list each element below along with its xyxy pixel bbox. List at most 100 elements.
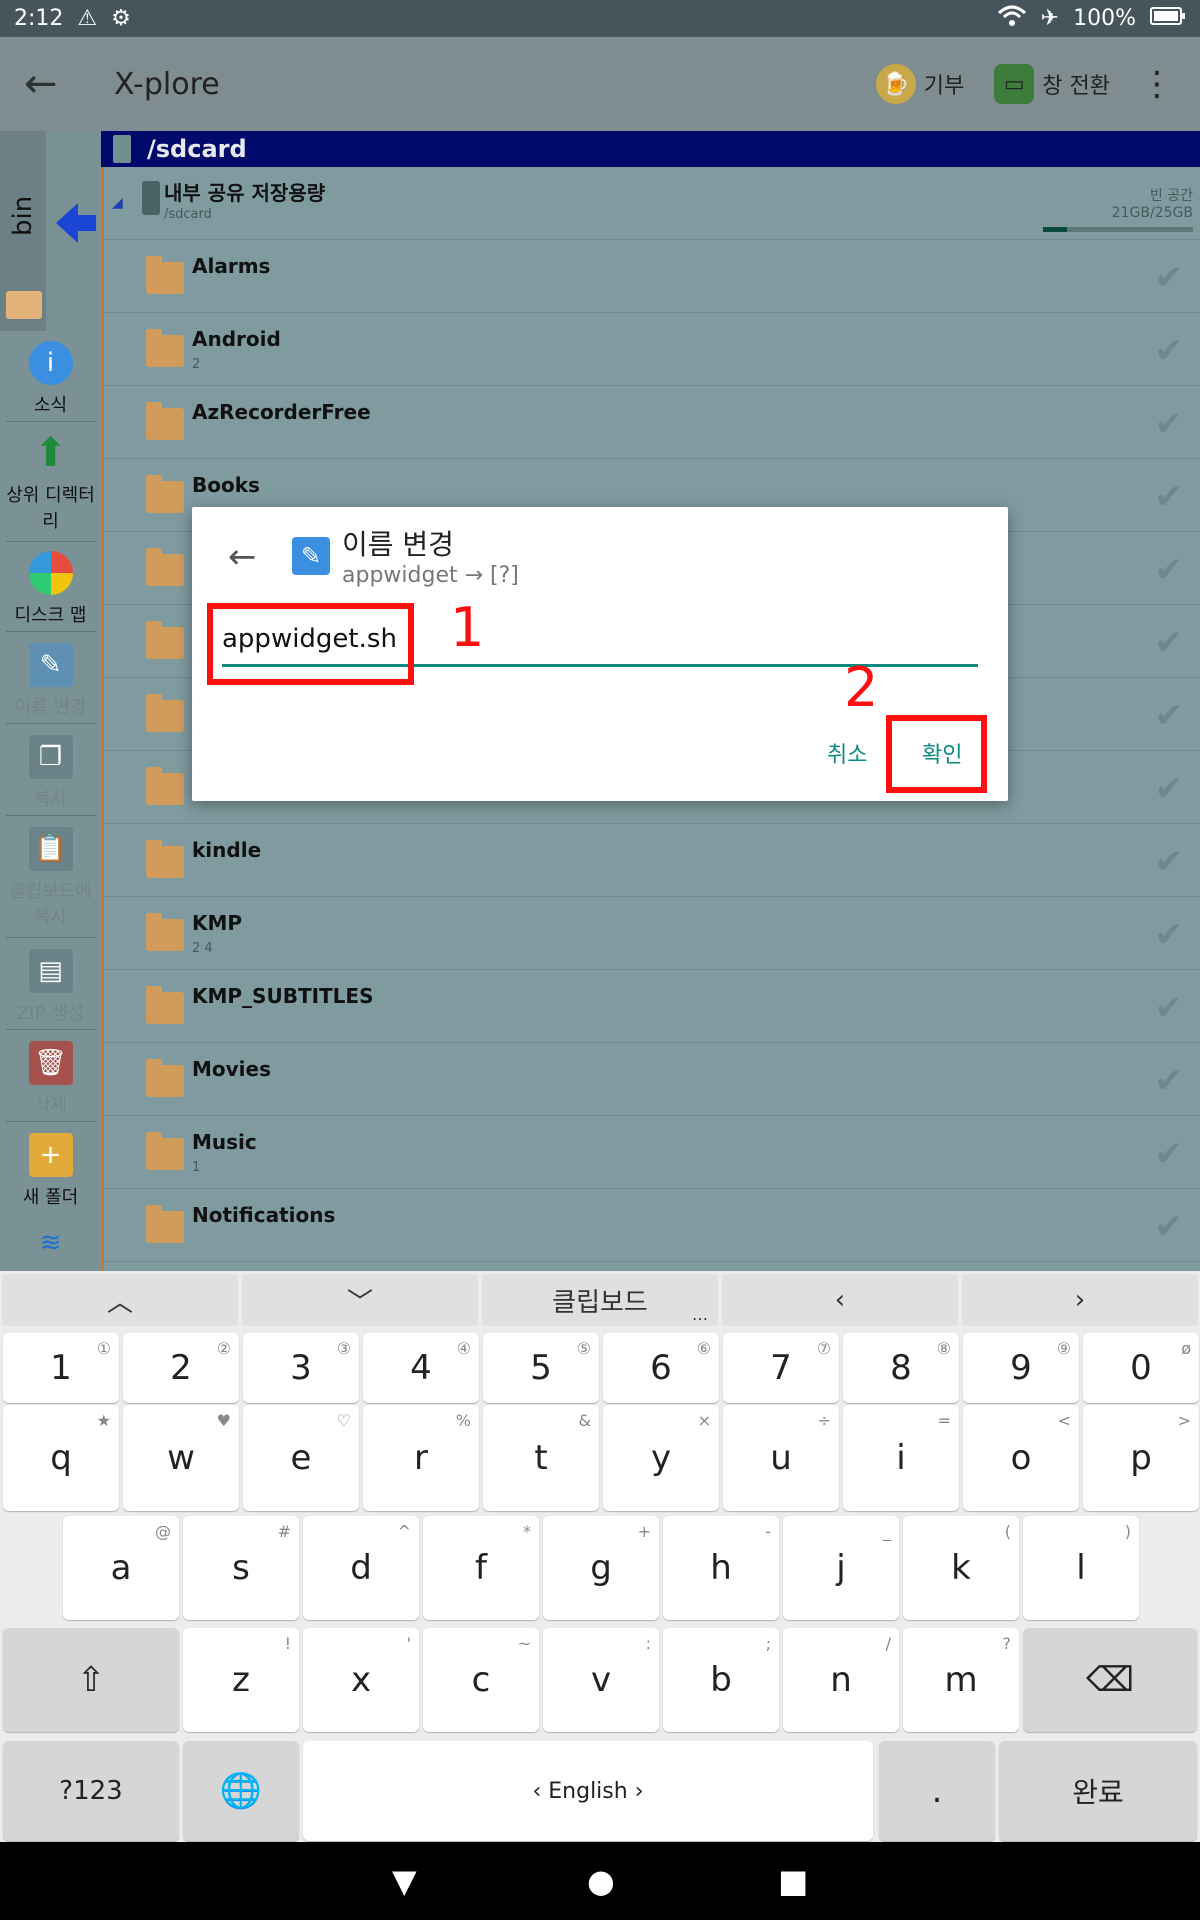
checkmark-icon[interactable]: ✔ — [1155, 1061, 1184, 1101]
chevron-up-icon[interactable]: ︿ — [2, 1274, 238, 1326]
key-letter[interactable]: p > — [1083, 1405, 1199, 1511]
sidebar-item-create-zip[interactable]: ▤ ZIP 생성 — [0, 949, 101, 1025]
cursor-left-icon[interactable]: ‹ — [722, 1274, 958, 1326]
bin-pane-tab[interactable]: bin — [0, 131, 46, 331]
key-letter[interactable]: y × — [603, 1405, 719, 1511]
file-row[interactable]: KMP_SUBTITLES ✔ — [104, 970, 1200, 1043]
back-arrow-icon[interactable]: ← — [228, 537, 257, 577]
key-letter[interactable]: c ~ — [423, 1628, 539, 1732]
file-row[interactable]: KMP 2 4 ✔ — [104, 897, 1200, 970]
checkmark-icon[interactable]: ✔ — [1155, 769, 1184, 809]
file-row[interactable]: Alarms ✔ — [104, 240, 1200, 313]
checkmark-icon[interactable]: ✔ — [1155, 623, 1184, 663]
key-letter[interactable]: k( — [903, 1516, 1019, 1620]
key-number[interactable]: 6⑥ — [603, 1333, 719, 1403]
switch-window-button[interactable]: ▭ 창 전환 — [994, 64, 1110, 104]
storage-name: 내부 공유 저장용량 — [164, 181, 326, 205]
checkmark-icon[interactable]: ✔ — [1155, 550, 1184, 590]
backspace-key[interactable]: ⌫ — [1023, 1628, 1197, 1732]
key-alt-label: # — [277, 1522, 291, 1541]
sidebar-item-news[interactable]: i 소식 — [0, 341, 101, 417]
sidebar-item-rename[interactable]: ✎ 이름 변경 — [0, 643, 101, 719]
key-label: t — [534, 1438, 548, 1478]
path-bar[interactable]: /sdcard — [101, 131, 1200, 167]
file-row[interactable]: Android 2 ✔ — [104, 313, 1200, 386]
key-letter[interactable]: t & — [483, 1405, 599, 1511]
more-options-icon[interactable]: ⋮ — [1140, 64, 1174, 104]
home-circle-icon[interactable]: ● — [587, 1862, 615, 1900]
key-number[interactable]: 2② — [123, 1333, 239, 1403]
key-letter[interactable]: z! — [183, 1628, 299, 1732]
collapse-arrow-icon[interactable]: ◢ — [112, 195, 123, 211]
file-row[interactable]: kindle ✔ — [104, 824, 1200, 897]
key-number[interactable]: 0ø — [1083, 1333, 1199, 1403]
key-letter[interactable]: m? — [903, 1628, 1019, 1732]
key-letter[interactable]: e ♡ — [243, 1405, 359, 1511]
key-letter[interactable]: f * — [423, 1516, 539, 1620]
space-key[interactable]: ‹ English › — [303, 1741, 873, 1841]
key-letter[interactable]: x ' — [303, 1628, 419, 1732]
checkmark-icon[interactable]: ✔ — [1155, 988, 1184, 1028]
checkmark-icon[interactable]: ✔ — [1155, 331, 1184, 371]
sidebar-item-parent-dir[interactable]: ⬆ 상위 디렉터리 — [0, 430, 101, 533]
sidebar-item-copy[interactable]: ❐ 복사 — [0, 735, 101, 811]
key-number[interactable]: 9⑨ — [963, 1333, 1079, 1403]
back-triangle-icon[interactable]: ▼ — [392, 1862, 417, 1900]
key-letter[interactable]: i = — [843, 1405, 959, 1511]
sidebar-item-delete[interactable]: 🗑 삭제 — [0, 1041, 101, 1117]
key-number[interactable]: 8⑧ — [843, 1333, 959, 1403]
back-arrow-icon[interactable]: ← — [24, 61, 84, 107]
left-arrow-icon[interactable] — [56, 201, 96, 243]
key-letter[interactable]: j _ — [783, 1516, 899, 1620]
file-row[interactable]: Music 1 ✔ — [104, 1116, 1200, 1189]
symbols-key[interactable]: ?123 — [3, 1741, 179, 1841]
recents-square-icon[interactable]: ■ — [778, 1862, 808, 1900]
key-letter[interactable]: b; — [663, 1628, 779, 1732]
key-number[interactable]: 5⑤ — [483, 1333, 599, 1403]
sidebar-item-wifi[interactable]: ≋ — [0, 1221, 101, 1271]
key-number[interactable]: 3③ — [243, 1333, 359, 1403]
settings-icon: ⚙ — [111, 6, 131, 31]
file-row[interactable]: AzRecorderFree ✔ — [104, 386, 1200, 459]
key-letter[interactable]: h- — [663, 1516, 779, 1620]
period-key[interactable]: . — [879, 1741, 995, 1841]
checkmark-icon[interactable]: ✔ — [1155, 404, 1184, 444]
checkmark-icon[interactable]: ✔ — [1155, 477, 1184, 517]
key-letter[interactable]: q ★ — [3, 1405, 119, 1511]
checkmark-icon[interactable]: ✔ — [1155, 1134, 1184, 1174]
shift-key[interactable]: ⇧ — [3, 1628, 179, 1732]
checkmark-icon[interactable]: ✔ — [1155, 842, 1184, 882]
chevron-down-icon[interactable]: ﹀ — [242, 1274, 478, 1326]
donate-button[interactable]: 🍺 기부 — [875, 64, 964, 104]
checkmark-icon[interactable]: ✔ — [1155, 915, 1184, 955]
key-letter[interactable]: s # — [183, 1516, 299, 1620]
key-letter[interactable]: u ÷ — [723, 1405, 839, 1511]
key-number[interactable]: 7⑦ — [723, 1333, 839, 1403]
file-row[interactable]: Notifications ✔ — [104, 1189, 1200, 1262]
checkmark-icon[interactable]: ✔ — [1155, 696, 1184, 736]
file-row[interactable]: Movies ✔ — [104, 1043, 1200, 1116]
language-key[interactable]: 🌐 — [183, 1741, 299, 1841]
key-letter[interactable]: o < — [963, 1405, 1079, 1511]
key-letter[interactable]: w ♥ — [123, 1405, 239, 1511]
sidebar-item-new-folder[interactable]: + 새 폴더 — [0, 1133, 101, 1209]
sidebar-item-disk-map[interactable]: 디스크 맵 — [0, 551, 101, 627]
key-letter[interactable]: v: — [543, 1628, 659, 1732]
key-letter[interactable]: n / — [783, 1628, 899, 1732]
key-number[interactable]: 1① — [3, 1333, 119, 1403]
key-letter[interactable]: l) — [1023, 1516, 1139, 1620]
clipboard-key[interactable]: 클립보드 … — [482, 1274, 718, 1326]
sidebar-item-copy-to-clipboard[interactable]: 📋 클립보드에 복사 — [0, 827, 101, 929]
checkmark-icon[interactable]: ✔ — [1155, 1207, 1184, 1247]
key-letter[interactable]: r% — [363, 1405, 479, 1511]
storage-row[interactable]: ◢ 내부 공유 저장용량 /sdcard 빈 공간 21GB/25GB — [104, 167, 1200, 240]
checkmark-icon[interactable]: ✔ — [1155, 258, 1184, 298]
key-number[interactable]: 4④ — [363, 1333, 479, 1403]
key-letter[interactable]: a @ — [63, 1516, 179, 1620]
key-alt-label: : — [645, 1634, 651, 1653]
cursor-right-icon[interactable]: › — [962, 1274, 1198, 1326]
done-key[interactable]: 완료 — [999, 1741, 1197, 1841]
key-letter[interactable]: d ^ — [303, 1516, 419, 1620]
key-letter[interactable]: g + — [543, 1516, 659, 1620]
cancel-button[interactable]: 취소 — [827, 737, 867, 769]
